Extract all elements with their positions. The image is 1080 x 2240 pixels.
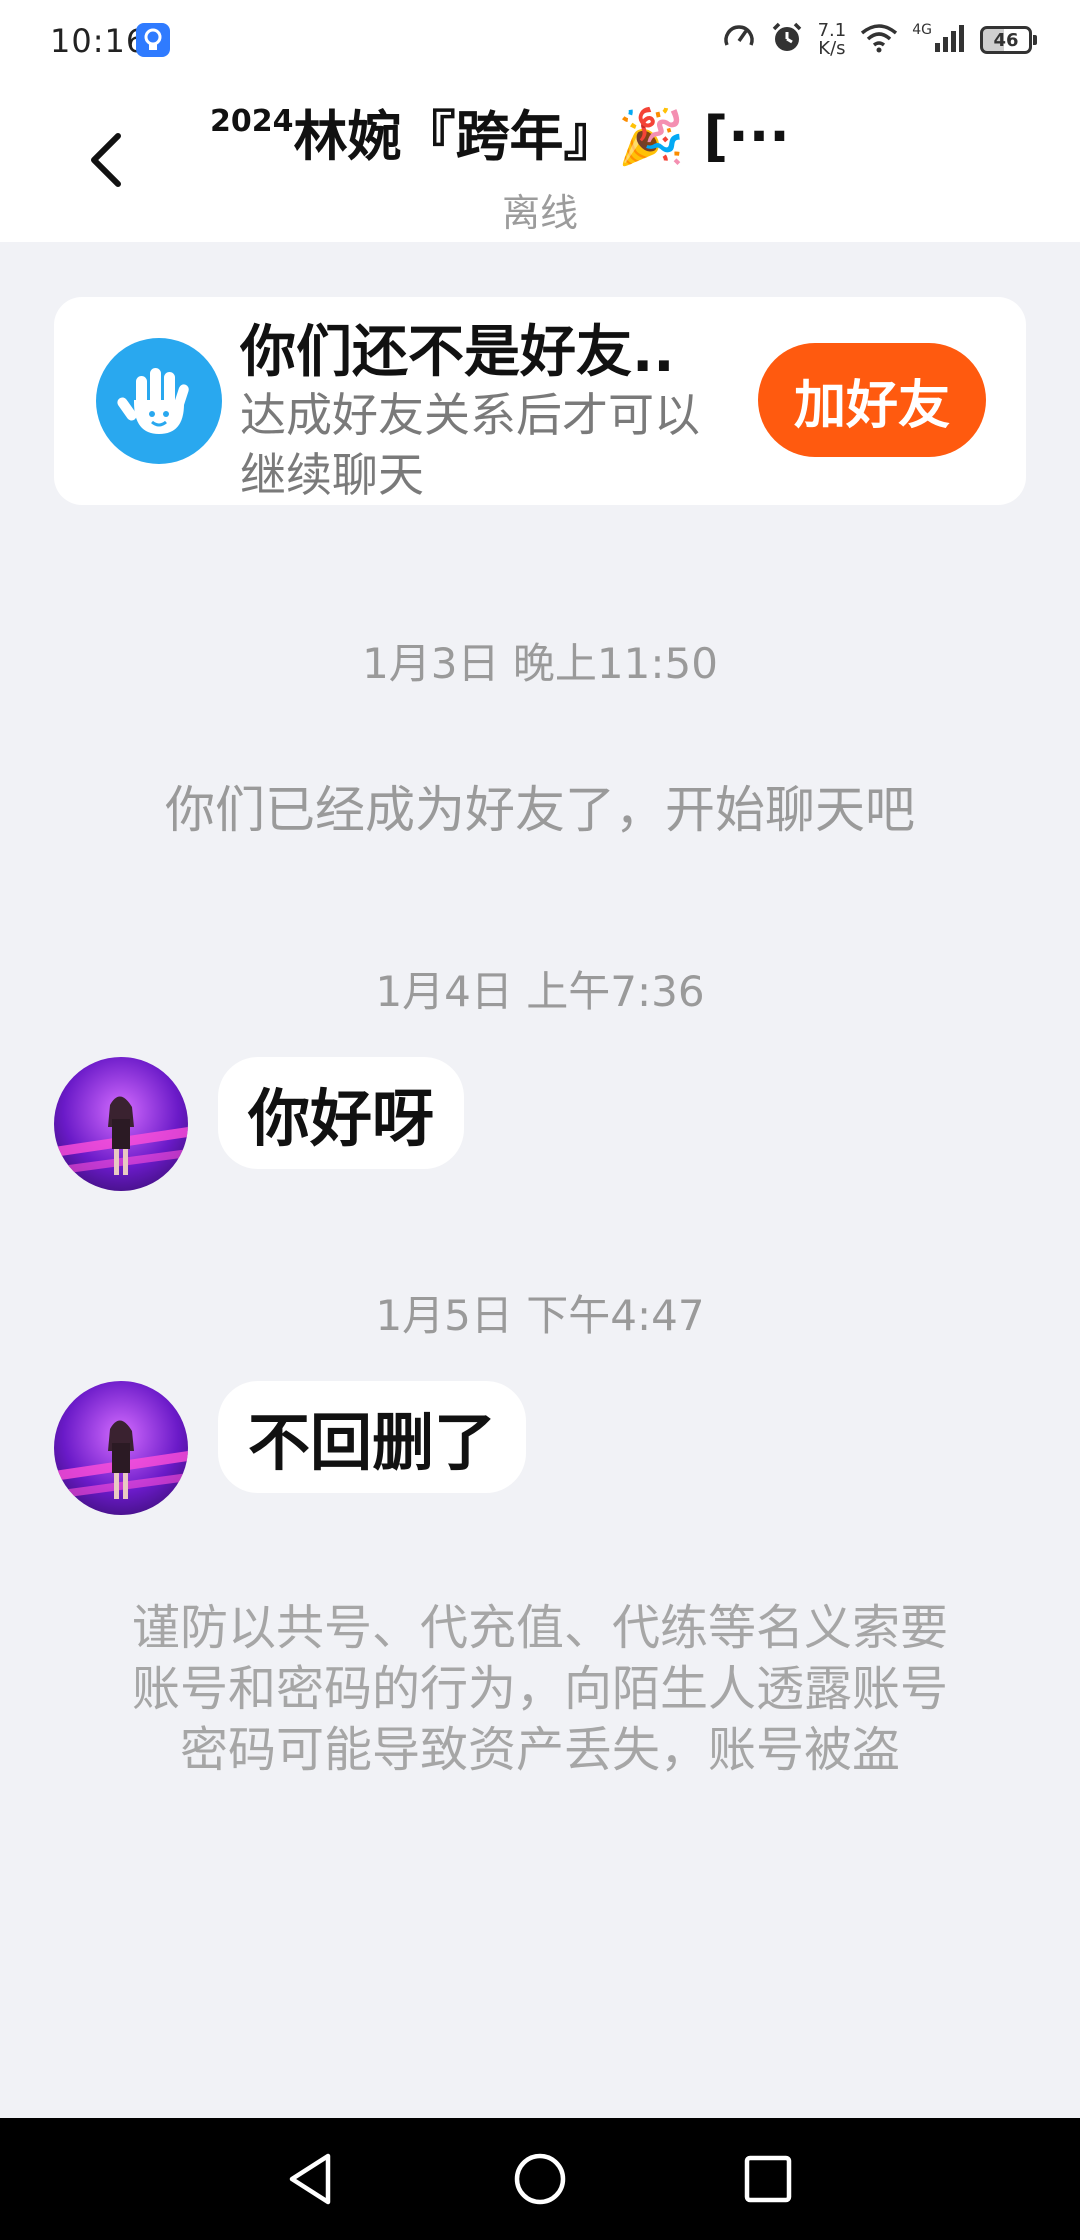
back-button[interactable] (82, 130, 132, 190)
top-bar: 10:16 7.1 K/s 4G 46 2024林婉『跨年』🎉 [··· 离线 (0, 0, 1080, 242)
contact-avatar[interactable] (54, 1381, 188, 1515)
wifi-icon (860, 23, 898, 57)
nav-back-button[interactable] (278, 2146, 344, 2212)
triangle-back-icon (289, 2153, 331, 2205)
network-type: 4G (912, 22, 932, 38)
title-more: ··· (728, 105, 790, 168)
contact-avatar[interactable] (54, 1057, 188, 1191)
alarm-icon (770, 21, 804, 59)
system-message: 你们已经成为好友了，开始聊天吧 (165, 781, 915, 839)
banner-description: 达成好友关系后才可以继续聊天 (240, 388, 700, 502)
battery-indicator: 46 (980, 26, 1037, 54)
security-warning: 谨防以共号、代充值、代练等名义索要账号和密码的行为，向陌生人透露账号密码可能导致… (131, 1600, 948, 1778)
chat-title[interactable]: 2024林婉『跨年』🎉 [··· (210, 92, 910, 172)
chat-timestamp: 1月4日 上午7:36 (375, 967, 705, 1016)
system-nav-bar (0, 2118, 1080, 2240)
title-prefix: 2024 (210, 104, 294, 139)
nav-recent-button[interactable] (735, 2146, 801, 2212)
circle-home-icon (514, 2153, 566, 2205)
nav-home-button[interactable] (507, 2146, 573, 2212)
status-icons: 7.1 K/s 4G 46 (722, 18, 1037, 62)
title-text: 林婉『跨年』🎉 [ (293, 105, 729, 168)
status-time: 10:16 (50, 22, 148, 60)
chat-timestamp: 1月3日 晚上11:50 (362, 639, 718, 688)
net-speed-unit: K/s (818, 38, 846, 59)
chat-timestamp: 1月5日 下午4:47 (375, 1291, 705, 1340)
not-friend-banner: 你们还不是好友.. 达成好友关系后才可以继续聊天 加好友 (54, 297, 1026, 505)
chevron-left-icon (91, 133, 121, 187)
add-friend-button[interactable]: 加好友 (758, 343, 986, 457)
message-bubble[interactable]: 你好呀 (218, 1057, 465, 1169)
signal-icon (934, 23, 966, 57)
data-saver-icon (722, 21, 756, 59)
online-status: 离线 (501, 191, 578, 235)
square-recent-icon (744, 2155, 792, 2203)
hand-wave-icon (96, 338, 222, 464)
notification-app-icon (136, 23, 170, 57)
net-speed: 7.1 K/s (818, 22, 847, 58)
banner-title: 你们还不是好友.. (240, 320, 675, 385)
message-bubble[interactable]: 不回删了 (218, 1381, 527, 1493)
